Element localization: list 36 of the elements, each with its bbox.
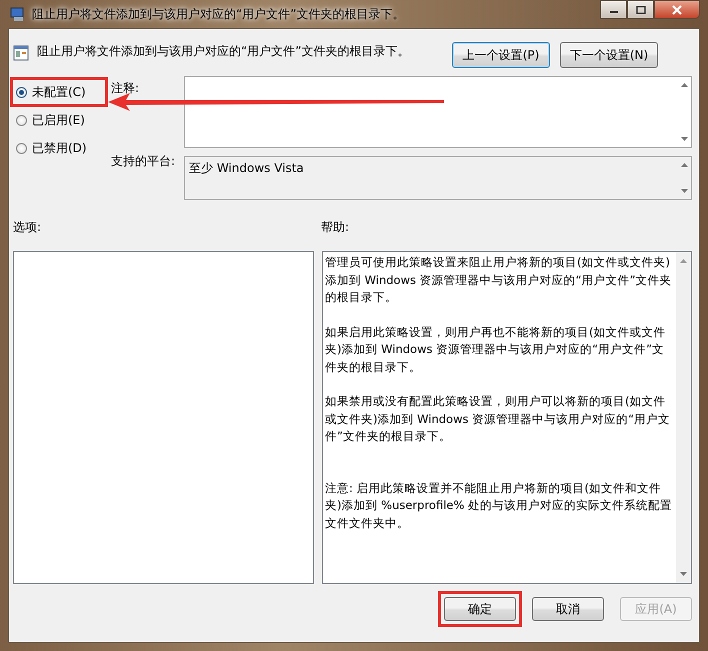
radio-label[interactable]: 未配置(C) — [32, 84, 86, 100]
close-icon — [671, 4, 683, 14]
options-label: 选项: — [13, 219, 42, 236]
platform-field: 至少 Windows Vista — [184, 156, 692, 200]
help-paragraph: 注意: 启用此策略设置并不能阻止用户将新的项目(如文件和文件夹)添加到 %userprofile% 处的与该用户对应的实际文件系统配置文件文件夹中。 — [325, 480, 674, 532]
nav-button[interactable]: 下一个设置(N) — [560, 42, 658, 68]
setting-name: 阻止用户将文件添加到与该用户对应的“用户文件”文件夹的根目录下。 — [37, 43, 410, 60]
radio-button[interactable] — [16, 114, 27, 126]
scroll-up-icon[interactable] — [680, 82, 689, 88]
scroll-down-icon[interactable] — [680, 188, 689, 194]
dialog-button[interactable]: 确定 — [444, 597, 516, 621]
help-label: 帮助: — [321, 219, 350, 236]
maximize-button[interactable] — [627, 0, 654, 19]
radio-button[interactable] — [16, 86, 27, 98]
comment-label: 注释: — [111, 80, 140, 97]
help-paragraph: 如果启用此策略设置，则用户再也不能将新的项目(如文件或文件夹)添加到 Windows 资源管理器中与该用户对应的“用户文件”文件夹的根目录下。 — [325, 324, 666, 376]
comment-field[interactable] — [184, 76, 692, 148]
help-paragraph: 管理员可使用此策略设置来阻止用户将新的项目(如文件或文件夹)添加到 Windows 资源管理器中与该用户对应的“用户文件”文件夹的根目录下。 — [325, 254, 673, 306]
scroll-down-icon[interactable] — [680, 136, 689, 142]
policy-icon — [13, 45, 29, 61]
platform-label: 支持的平台: — [111, 153, 176, 170]
scroll-up-icon[interactable] — [680, 162, 689, 168]
close-button[interactable] — [654, 0, 700, 19]
scroll-up-icon[interactable] — [679, 258, 688, 264]
window-title: 阻止用户将文件添加到与该用户对应的“用户文件”文件夹的根目录下。 — [32, 6, 404, 22]
radio-label[interactable]: 已启用(E) — [32, 112, 85, 128]
scroll-down-icon[interactable] — [679, 571, 688, 577]
radio-label[interactable]: 已禁用(D) — [32, 140, 87, 156]
maximize-icon — [636, 6, 646, 14]
dialog-button[interactable]: 取消 — [532, 597, 604, 621]
window-icon — [10, 6, 26, 22]
nav-button[interactable]: 上一个设置(P) — [452, 42, 550, 68]
scrollbar[interactable] — [676, 252, 691, 583]
minimize-button[interactable] — [600, 0, 627, 19]
help-paragraph: 如果禁用或没有配置此策略设置，则用户可以将新的项目(如文件或文件夹)添加到 Windows 资源管理器中与该用户对应的“用户文件”文件夹的根目录下。 — [325, 393, 672, 445]
radio-button[interactable] — [16, 142, 27, 154]
